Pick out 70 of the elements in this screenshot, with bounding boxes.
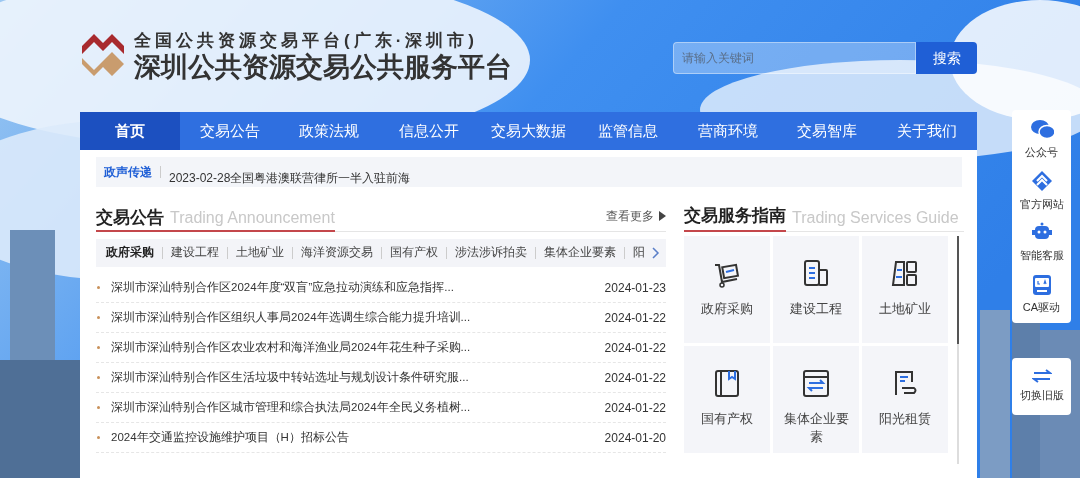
exchange-icon [801,368,831,398]
nav-tab[interactable]: 监管信息 [578,112,678,150]
nav-tab[interactable]: 交易智库 [777,112,878,150]
service-tile[interactable]: 政府采购 [684,236,770,343]
service-tile[interactable]: 集体企业要素 [773,346,859,453]
announcement-link[interactable]: 2024年交通监控设施维护项目（H）招标公告 [111,428,349,447]
nav-tab[interactable]: 政策法规 [279,112,380,150]
blocks-icon [890,258,920,288]
service-tile[interactable]: 建设工程 [773,236,859,343]
nav-tab[interactable]: 关于我们 [877,112,977,150]
category-tab[interactable]: 国有产权 [390,244,438,262]
category-tab[interactable]: 政府采购 [106,244,154,262]
announcement-link[interactable]: 深圳市深汕特别合作区组织人事局2024年选调生综合能力提升培训... [111,308,471,327]
nav-tab[interactable]: 交易公告 [180,112,280,150]
swap-arrows-icon [1031,369,1052,384]
ticker-label: 政声传递 [104,164,152,181]
tile-label: 集体企业要素 [782,411,850,446]
announcement-date: 2024-01-22 [604,369,666,387]
sidebar-link[interactable]: 官方网站 [1019,169,1064,212]
announcement-date: 2024-01-22 [604,339,666,357]
chevron-right-icon [652,247,660,259]
tile-label: 国有产权 [700,411,754,428]
switch-version-button[interactable]: 切换旧版 [1012,358,1071,415]
sidebar-link[interactable]: CA驱动 [1022,272,1061,315]
announcement-link[interactable]: 深圳市深汕特别合作区2024年度“双盲”应急拉动演练和应急指挥... [111,278,454,297]
category-tab[interactable]: 建设工程 [171,244,219,262]
service-tile[interactable]: 土地矿业 [862,236,948,343]
building-icon [801,258,831,288]
scrollbar-thumb[interactable] [957,236,959,344]
bullet-icon [97,376,100,379]
tile-label: 建设工程 [789,301,843,318]
announcement-date: 2024-01-22 [604,309,666,327]
next-button[interactable] [652,247,660,259]
announcement-date: 2024-01-20 [604,429,666,447]
category-tab[interactable]: 涉法涉诉拍卖 [455,244,527,262]
tile-label: 土地矿业 [878,301,932,318]
section-title: 交易服务指南 [684,202,786,232]
bullet-icon [97,316,100,319]
announcement-date: 2024-01-23 [604,279,666,297]
nav-tab[interactable]: 首页 [80,112,180,150]
bullet-icon [97,436,100,439]
sidebar-link[interactable]: 公众号 [1025,118,1058,161]
play-icon [658,211,666,221]
announcement-link[interactable]: 深圳市深汕特别合作区生活垃圾中转站选址与规划设计条件研究服... [111,368,469,387]
search-field[interactable]: 请输入关键词 [673,42,916,74]
category-tab[interactable]: 海洋资源交易 [301,244,373,262]
service-tile[interactable]: 阳光租赁 [862,346,948,453]
sidebar-link[interactable]: 智能客服 [1019,221,1064,264]
tile-label: 政府采购 [700,301,754,318]
announcement-link[interactable]: 深圳市深汕特别合作区农业农村和海洋渔业局2024年花生种子采购... [111,338,471,357]
tile-label: 阳光租赁 [878,411,932,428]
section-title: 交易公告 [96,206,164,229]
category-tab[interactable]: 土地矿业 [236,244,284,262]
ticker-text[interactable]: 2023-02-28全国粤港澳联营律所一半入驻前海 [169,169,411,187]
book-icon [712,368,742,398]
announcement-date: 2024-01-22 [604,399,666,417]
category-tab[interactable]: 阳 [633,244,645,262]
category-tab[interactable]: 集体企业要素 [544,244,616,262]
site-subtitle: 全国公共资源交易平台(广东·深圳市) [134,30,479,52]
nav-tab[interactable]: 交易大数据 [478,112,579,150]
bullet-icon [97,286,100,289]
search-button[interactable]: 搜索 [916,42,977,74]
service-tile[interactable]: 国有产权 [684,346,770,453]
bullet-icon [97,406,100,409]
announcement-link[interactable]: 深圳市深汕特别合作区城市管理和综合执法局2024年全民义务植树... [111,398,471,417]
site-title: 深圳公共资源交易公共服务平台 [134,52,512,82]
bullet-icon [97,346,100,349]
view-more-link[interactable]: 查看更多 [606,207,666,225]
nav-tab[interactable]: 营商环境 [677,112,778,150]
nav-tab[interactable]: 信息公开 [379,112,479,150]
